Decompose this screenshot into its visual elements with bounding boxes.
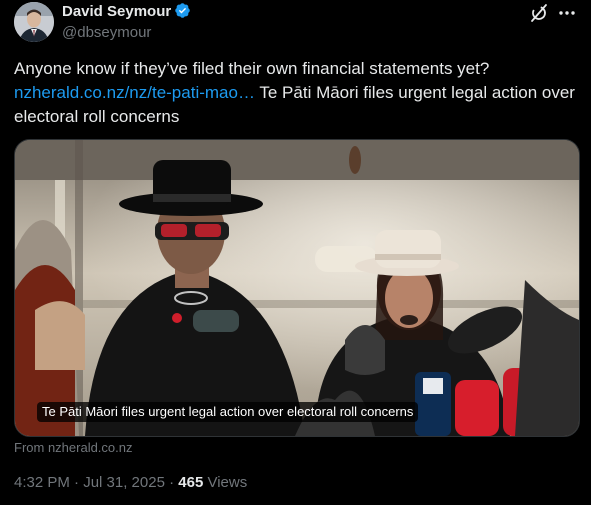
timestamp[interactable]: 4:32 PM · Jul 31, 2025 · — [14, 474, 178, 491]
tweet-body: Anyone know if they’ve filed their own f… — [14, 59, 490, 78]
view-count: 465 — [178, 474, 204, 491]
more-options-icon — [559, 11, 575, 15]
avatar[interactable] — [14, 2, 54, 42]
tweet-header: David Seymour @dbseymour — [14, 2, 579, 42]
author-block: David Seymour @dbseymour — [62, 2, 191, 43]
grok-icon — [531, 4, 547, 22]
card-photo — [15, 140, 579, 436]
tweet-meta: 4:32 PM · Jul 31, 2025 · 465 Views — [14, 474, 247, 491]
avatar-image — [14, 2, 54, 42]
author-name[interactable]: David Seymour — [62, 2, 171, 22]
more-options-button[interactable] — [557, 2, 577, 24]
grok-button[interactable] — [529, 2, 549, 24]
card-source[interactable]: From nzherald.co.nz — [14, 440, 133, 455]
tweet-text: Anyone know if they’ve filed their own f… — [14, 57, 579, 129]
card-caption: Te Pāti Māori files urgent legal action … — [37, 402, 419, 422]
views-label: Views — [203, 474, 248, 491]
article-link[interactable]: nzherald.co.nz/nz/te-pati-mao… — [14, 83, 255, 102]
verified-badge-icon — [175, 3, 190, 18]
author-handle[interactable]: @dbseymour — [62, 23, 191, 43]
link-preview-card[interactable]: Te Pāti Māori files urgent legal action … — [14, 139, 580, 437]
